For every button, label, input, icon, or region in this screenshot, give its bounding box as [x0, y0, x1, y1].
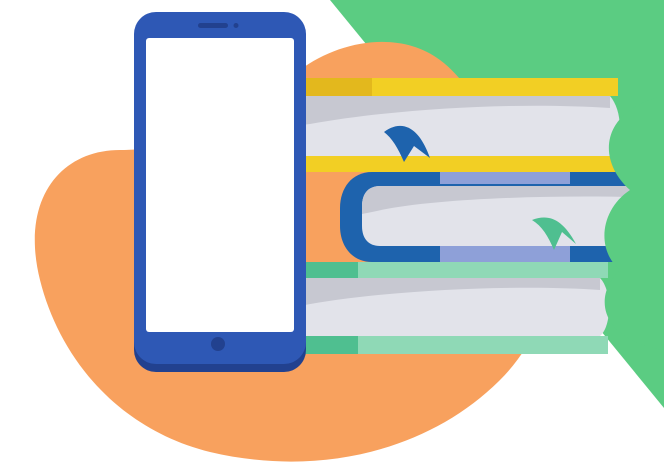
green-panel-edge [604, 96, 664, 350]
phone-speaker [198, 23, 228, 28]
book-bottom-icon [292, 262, 609, 354]
illustration-scene [0, 0, 664, 472]
phone-camera [233, 23, 239, 28]
book-middle-band-bottom [440, 246, 570, 262]
book-top-cover-bottom [292, 156, 618, 172]
book-middle-band-top [440, 172, 570, 184]
illustration-svg [34, 0, 664, 462]
smartphone-icon [134, 12, 306, 372]
book-top-icon [292, 78, 620, 172]
phone-home-button [211, 337, 225, 351]
phone-screen [146, 38, 294, 332]
